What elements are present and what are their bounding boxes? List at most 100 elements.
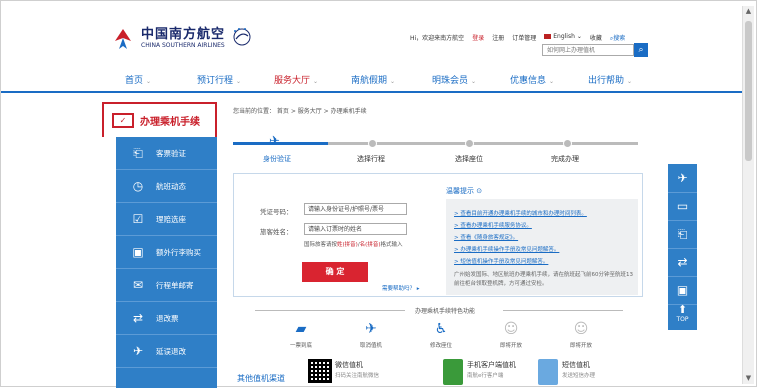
- delay-icon: ✈: [132, 344, 144, 358]
- feature-cancel-checkin[interactable]: ✈ 取消值机: [346, 319, 396, 349]
- language-selector[interactable]: English ⌄: [544, 33, 582, 43]
- change-seat-icon: ♿: [434, 321, 448, 337]
- favorites-link[interactable]: 收藏: [590, 33, 602, 43]
- app-checkin-label[interactable]: 手机客户端值机: [467, 360, 516, 370]
- scroll-up-icon[interactable]: ▲: [743, 6, 754, 17]
- sidebar-item-itinerary-mail[interactable]: ✉ 行程单邮寄: [116, 269, 217, 302]
- nav-home[interactable]: 首页 ⌄: [125, 73, 151, 86]
- mail-icon: ✉: [132, 278, 144, 292]
- main-nav: 首页 ⌄ 预订行程 ⌄ 服务大厅 ⌄ 南航假期 ⌄ 明珠会员 ⌄ 优惠信息 ⌄ 出行帮助 ⌄: [1, 69, 745, 93]
- flag-icon: [544, 34, 552, 39]
- other-channels: 其他值机渠道 微信值机 扫码关注南航微信 手机客户端值机 南航e行客户端 短信值…: [233, 357, 643, 388]
- feature-change-seat[interactable]: ♿ 修改座位: [416, 319, 466, 349]
- sidebar-item-ticket-verify[interactable]: ⎗ 客票验证: [116, 137, 217, 170]
- search-input[interactable]: 如何网上办理值机: [542, 44, 634, 56]
- sidebar-title: ✓ 办理乘机手续: [102, 102, 217, 137]
- id-number-input[interactable]: 请输入身份证号/护照号/票号: [304, 203, 407, 215]
- passenger-name-input[interactable]: 请输入订票时的姓名: [304, 223, 407, 235]
- other-channels-title: 其他值机渠道: [237, 374, 285, 383]
- tip-link[interactable]: > 短信值机操作手册及常见问题解答。: [454, 257, 548, 265]
- mobile-app-icon: [443, 359, 463, 385]
- search-button[interactable]: ⌕: [634, 43, 648, 57]
- vertical-scrollbar[interactable]: ▲ ▼: [742, 6, 754, 384]
- ticket-icon: ⎗: [677, 227, 688, 241]
- app-checkin-sub: 南航e行客户端: [467, 373, 504, 379]
- search-link[interactable]: ⌕搜索: [610, 33, 625, 43]
- plane-icon: ✈: [677, 171, 688, 185]
- ticket-through-icon: ▰: [295, 321, 307, 337]
- logo-english-text: CHINA SOUTHERN AIRLINES: [141, 42, 225, 49]
- coming-soon-icon: ☺: [503, 321, 519, 337]
- login-link[interactable]: 登录: [472, 33, 484, 43]
- step-dot: [465, 139, 474, 148]
- airline-logo-icon: [115, 29, 131, 49]
- float-luggage-button[interactable]: ▣: [668, 276, 697, 305]
- luggage-icon: ▣: [132, 245, 144, 259]
- float-flight-button[interactable]: ✈: [668, 164, 697, 193]
- name-format-hint: 国际旅客请按姓(拼音)/名(拼音)格式输入: [304, 242, 403, 248]
- arrow-up-icon: ⬆: [677, 303, 688, 316]
- float-checkin-button[interactable]: ▭: [668, 192, 697, 221]
- step-itinerary: 选择行程: [357, 155, 385, 163]
- tip-link[interactable]: > 查看办理乘机手续服务协议。: [454, 221, 532, 229]
- greeting-text: Hi，欢迎来南方航空: [410, 35, 465, 42]
- search-icon: ⌕: [638, 45, 644, 55]
- name-label: 旅客姓名：: [260, 228, 293, 236]
- refund-icon: ⇄: [677, 255, 688, 269]
- feature-coming-soon: ☺ 即将开放: [486, 319, 536, 349]
- nav-service-hall[interactable]: 服务大厅 ⌄: [274, 73, 318, 86]
- sidebar-item-refund[interactable]: ⇄ 退改票: [116, 302, 217, 335]
- feature-coming-soon: ☺ 即将开放: [556, 319, 606, 349]
- ticket-icon: ⎗: [133, 145, 143, 160]
- sidebar-item-delay-refund[interactable]: ✈ 延误退改: [116, 335, 217, 368]
- nav-travel-help[interactable]: 出行帮助 ⌄: [588, 73, 632, 86]
- step-dot: [368, 139, 377, 148]
- sidebar-item-flight-status[interactable]: ◷ 航班动态: [116, 170, 217, 203]
- clock-icon: ◷: [132, 179, 144, 193]
- wechat-checkin-sub: 扫码关注南航微信: [335, 373, 380, 379]
- progress-steps: ✈ 身份验证 选择行程 选择座位 完成办理: [233, 134, 643, 166]
- help-link[interactable]: 需要帮助吗？ ▸: [382, 284, 420, 292]
- top-links: Hi，欢迎来南方航空 登录 注册 订单管理 English ⌄ 收藏 ⌕搜索: [410, 33, 625, 43]
- orders-link[interactable]: 订单管理: [512, 33, 536, 43]
- register-link[interactable]: 注册: [492, 33, 504, 43]
- back-to-top-button[interactable]: ⬆ TOP: [668, 304, 697, 330]
- step-complete: 完成办理: [551, 155, 579, 163]
- browser-frame: 中国南方航空 CHINA SOUTHERN AIRLINES Hi，欢迎来南方航…: [0, 0, 757, 388]
- floating-toolbar: ✈ ▭ ⎗ ⇄ ▣ ⬆ TOP: [668, 164, 697, 330]
- feature-through-ticket[interactable]: ▰ 一票到底: [276, 319, 326, 349]
- tips-title: 温馨提示 ⊙: [446, 187, 483, 195]
- sms-checkin-label[interactable]: 短信值机: [562, 360, 590, 370]
- tip-link[interactable]: > 查看目前开通办理乘机手续的城市和办理时间列表。: [454, 209, 587, 217]
- sidebar-item-seat-select[interactable]: ☑ 理赔选座: [116, 203, 217, 236]
- tip-link[interactable]: > 办理乘机手续操作手册及常见问题解答。: [454, 245, 559, 253]
- chevron-down-icon: ⌄: [627, 78, 633, 85]
- tips-panel: > 查看目前开通办理乘机手续的城市和办理时间列表。 > 查看办理乘机手续服务协议…: [446, 199, 638, 295]
- refund-icon: ⇄: [132, 311, 144, 325]
- breadcrumb: 您当前的位置： 首页 > 服务大厅 > 办理乘机手续: [233, 108, 367, 115]
- coming-soon-icon: ☺: [573, 321, 589, 337]
- id-label: 凭证号码：: [260, 208, 293, 216]
- checkin-form: 凭证号码： 请输入身份证号/护照号/票号 旅客姓名： 请输入订票时的姓名 国际旅…: [233, 173, 643, 297]
- chevron-down-icon: ⌄: [313, 78, 319, 85]
- nav-holidays[interactable]: 南航假期 ⌄: [351, 73, 395, 86]
- tip-link[interactable]: > 查看《随身旅客规定》。: [454, 233, 518, 241]
- wechat-checkin-label[interactable]: 微信值机: [335, 360, 363, 370]
- nav-promotions[interactable]: 优惠信息 ⌄: [510, 73, 554, 86]
- logo-chinese-text: 中国南方航空: [141, 27, 226, 42]
- sidebar-item-extra-luggage[interactable]: ▣ 额外行李购买: [116, 236, 217, 269]
- sidebar-menu: ⎗ 客票验证 ◷ 航班动态 ☑ 理赔选座 ▣ 额外行李购买 ✉ 行程单邮寄 ⇄ 退改票 ✈ 延…: [116, 137, 217, 388]
- nav-booking[interactable]: 预订行程 ⌄: [197, 73, 241, 86]
- features-title: 办理乘机手续特色功能: [411, 306, 480, 315]
- scroll-down-icon[interactable]: ▼: [743, 373, 754, 384]
- sms-icon: [538, 359, 558, 385]
- confirm-button[interactable]: 确 定: [302, 262, 368, 282]
- chevron-down-icon: ⌄: [549, 78, 555, 85]
- step-identity: 身份验证: [263, 155, 291, 163]
- float-refund-button[interactable]: ⇄: [668, 248, 697, 277]
- scroll-thumb[interactable]: [745, 21, 752, 161]
- float-ticket-button[interactable]: ⎗: [668, 220, 697, 249]
- sms-checkin-sub: 发送短信办理: [562, 373, 596, 379]
- site-logo[interactable]: 中国南方航空 CHINA SOUTHERN AIRLINES: [111, 27, 225, 51]
- nav-membership[interactable]: 明珠会员 ⌄: [432, 73, 476, 86]
